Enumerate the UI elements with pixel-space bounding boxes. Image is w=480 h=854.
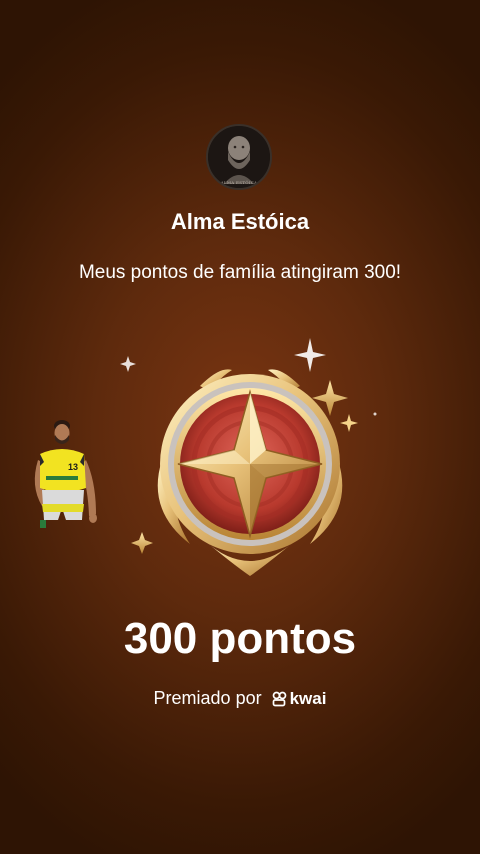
sparkle-icon (294, 338, 326, 372)
awarded-by: Premiado por kwai (0, 688, 480, 709)
star-medal-icon (120, 338, 377, 576)
sparkle-icon (120, 356, 136, 372)
player-sticker-icon[interactable]: 13 (26, 416, 102, 534)
kwai-brand[interactable]: kwai (272, 688, 327, 709)
points-total: 300 pontos (123, 614, 357, 663)
profile-avatar[interactable]: ALMA ESTÓICA (206, 124, 272, 190)
jersey-number: 13 (68, 462, 78, 472)
brand-name: kwai (289, 688, 327, 708)
kwai-logo-icon (272, 691, 286, 706)
achievement-message: Meus pontos de família atingiram 300! (78, 262, 402, 283)
sparkle-icon (340, 414, 358, 432)
profile-name: Alma Estóica (170, 209, 310, 234)
avatar-caption: ALMA ESTÓICA (220, 180, 258, 185)
stoic-bust-icon (208, 126, 270, 188)
sparkle-icon (131, 532, 153, 554)
awarded-by-label: Premiado por (153, 688, 262, 708)
